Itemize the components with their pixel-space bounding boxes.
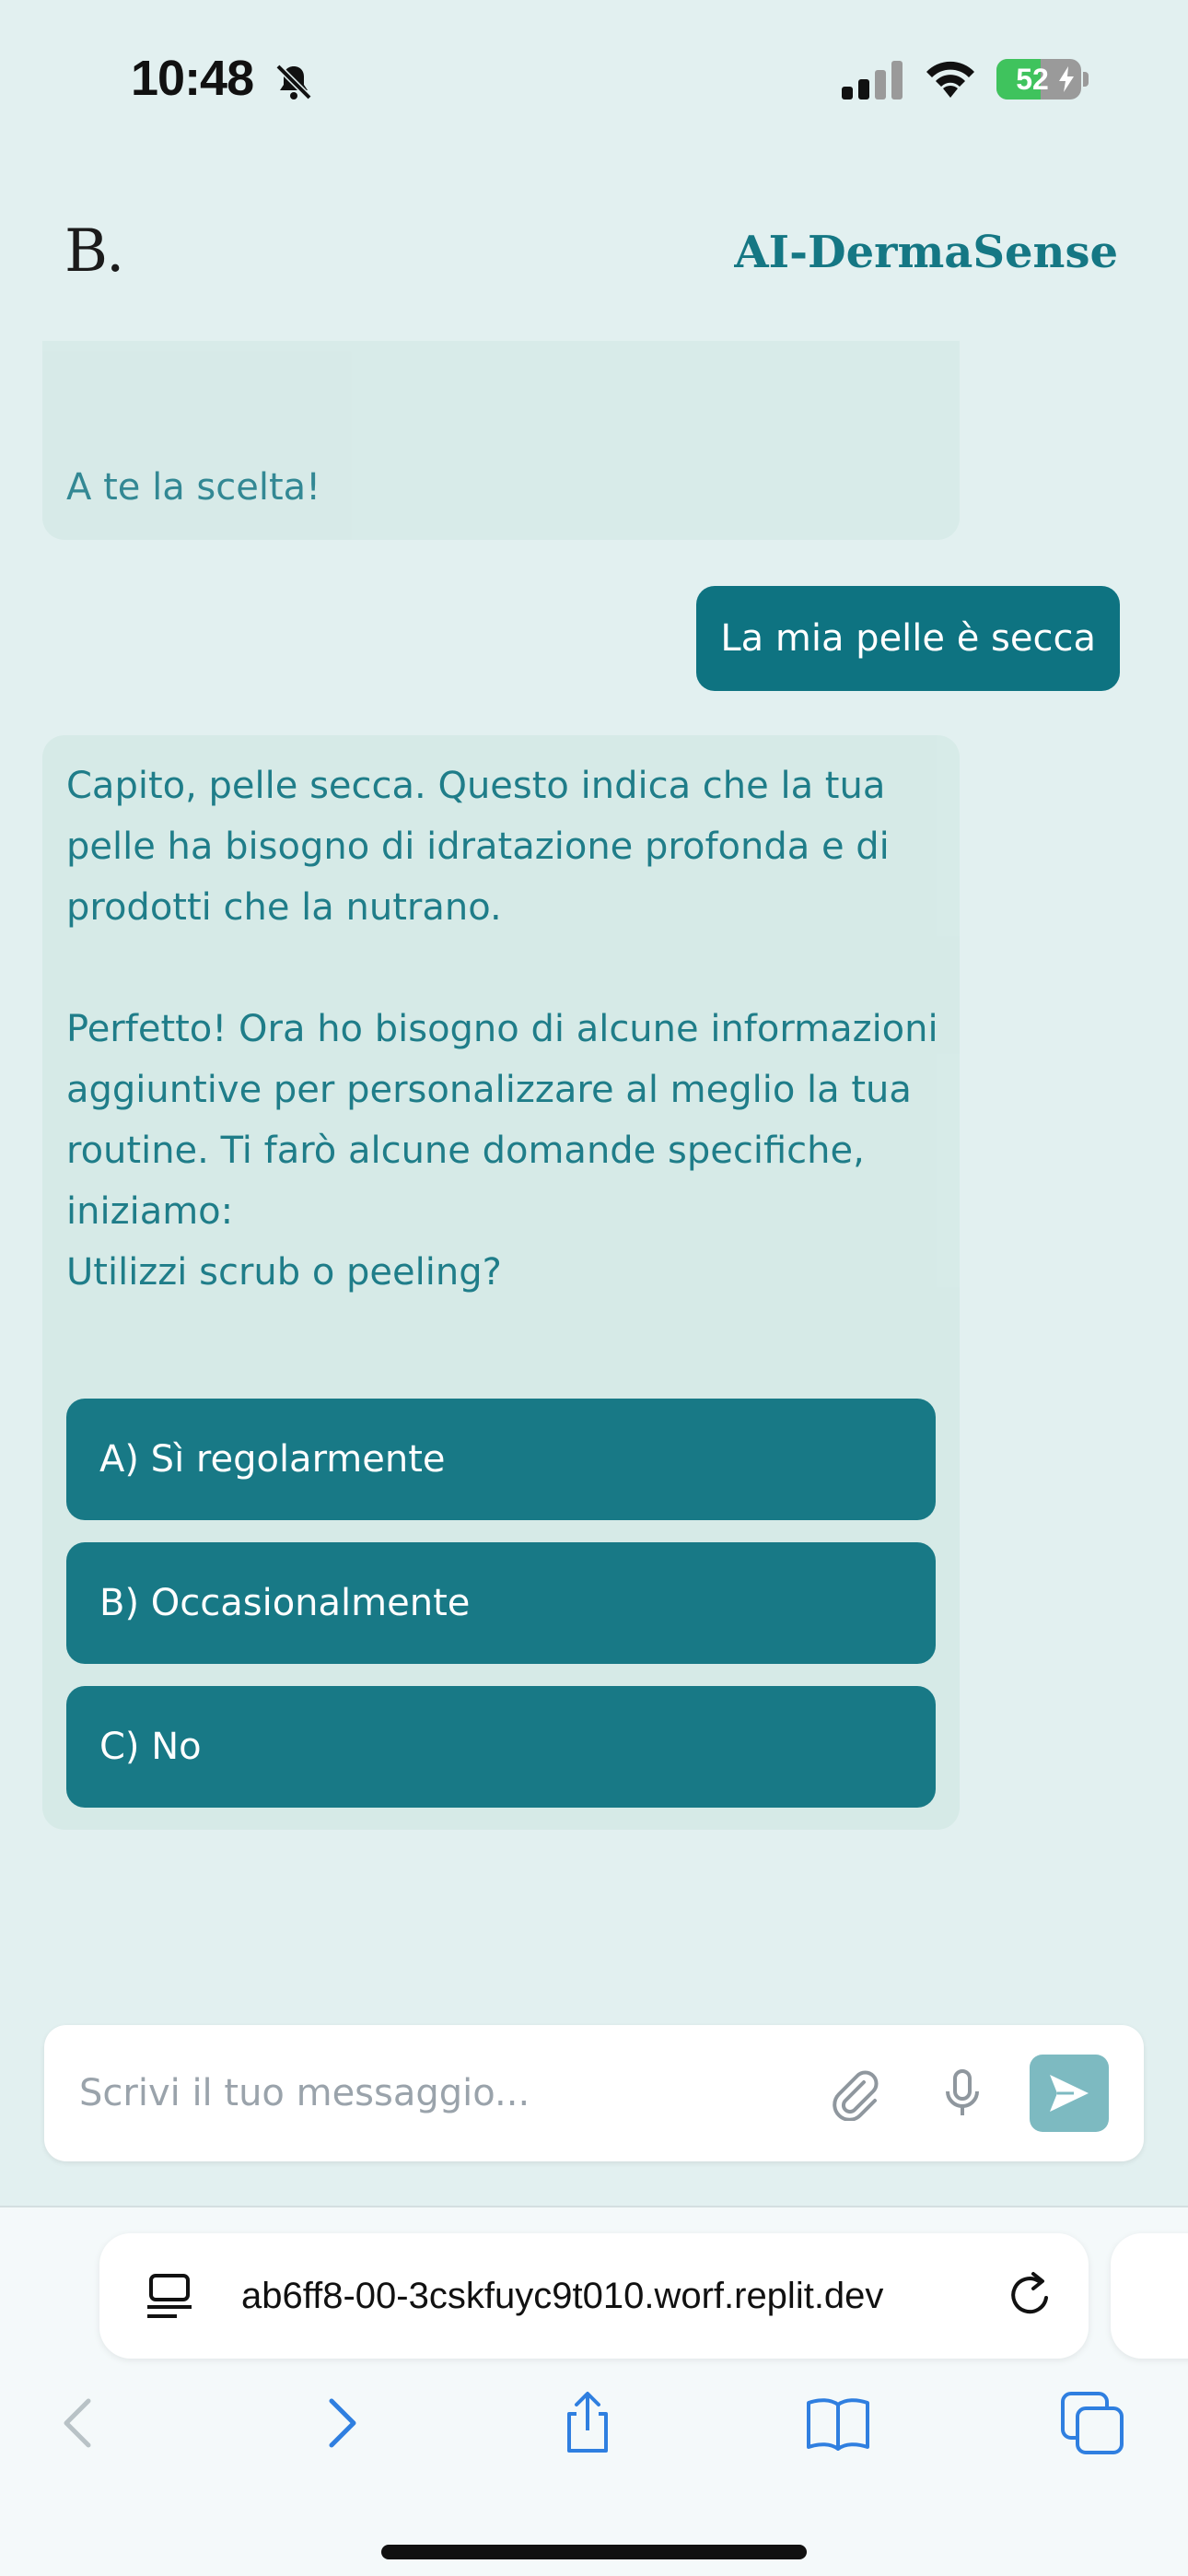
- wifi-icon: [926, 61, 974, 98]
- answer-option-a-button[interactable]: A) Sì regolarmente: [66, 1399, 936, 1520]
- bot-message-paragraph: Capito, pelle secca. Questo indica che l…: [66, 765, 890, 929]
- answer-option-b-button[interactable]: B) Occasionalmente: [66, 1542, 936, 1664]
- microphone-icon[interactable]: [939, 2066, 985, 2121]
- app-logo[interactable]: B.: [64, 217, 124, 286]
- battery-cap: [1083, 72, 1089, 87]
- user-message-bubble: La mia pelle è secca: [696, 586, 1120, 691]
- address-bar[interactable]: ab6ff8-00-3cskfuyc9t010.worf.replit.dev: [99, 2233, 1089, 2359]
- reload-icon[interactable]: [1006, 2270, 1057, 2322]
- battery-icon: 52: [996, 59, 1081, 100]
- send-icon: [1050, 2075, 1089, 2112]
- forward-icon[interactable]: [304, 2388, 374, 2458]
- message-composer: [44, 2025, 1144, 2161]
- answer-option-c-button[interactable]: C) No: [66, 1686, 936, 1808]
- next-tab-address-bar[interactable]: [1111, 2233, 1188, 2359]
- bot-message-bubble: A te la scelta!: [42, 341, 960, 540]
- bot-question-text: Utilizzi scrub o peeling?: [66, 1251, 502, 1294]
- tabs-icon[interactable]: [1057, 2388, 1127, 2458]
- bot-message-text: A te la scelta!: [66, 466, 321, 509]
- bookmarks-icon[interactable]: [803, 2388, 873, 2458]
- bell-slash-icon: [275, 64, 312, 100]
- signal-icon: [842, 61, 903, 100]
- browser-toolbar: ab6ff8-00-3cskfuyc9t010.worf.replit.dev: [0, 2206, 1188, 2576]
- reader-icon[interactable]: [146, 2270, 193, 2322]
- send-button[interactable]: [1030, 2055, 1109, 2132]
- bot-message-paragraph: Perfetto! Ora ho bisogno di alcune infor…: [66, 1008, 938, 1233]
- phone-screen: 10:48 52 B. AI-DermaSense A te la scelta…: [0, 0, 1188, 2576]
- brand-title: AI-DermaSense: [734, 227, 1118, 278]
- share-icon[interactable]: [553, 2388, 623, 2458]
- charging-bolt-icon: [1059, 66, 1074, 92]
- back-icon[interactable]: [46, 2388, 116, 2458]
- app-header: B. AI-DermaSense: [0, 166, 1188, 341]
- url-text[interactable]: ab6ff8-00-3cskfuyc9t010.worf.replit.dev: [241, 2233, 978, 2359]
- status-bar: 10:48 52: [0, 0, 1188, 166]
- paperclip-icon[interactable]: [827, 2066, 882, 2121]
- home-indicator: [381, 2545, 807, 2559]
- message-input[interactable]: [79, 2025, 834, 2161]
- chat-area[interactable]: A te la scelta! La mia pelle è secca Cap…: [0, 341, 1188, 2008]
- status-time: 10:48: [131, 51, 254, 106]
- bot-message-bubble: Capito, pelle secca. Questo indica che l…: [42, 735, 960, 1830]
